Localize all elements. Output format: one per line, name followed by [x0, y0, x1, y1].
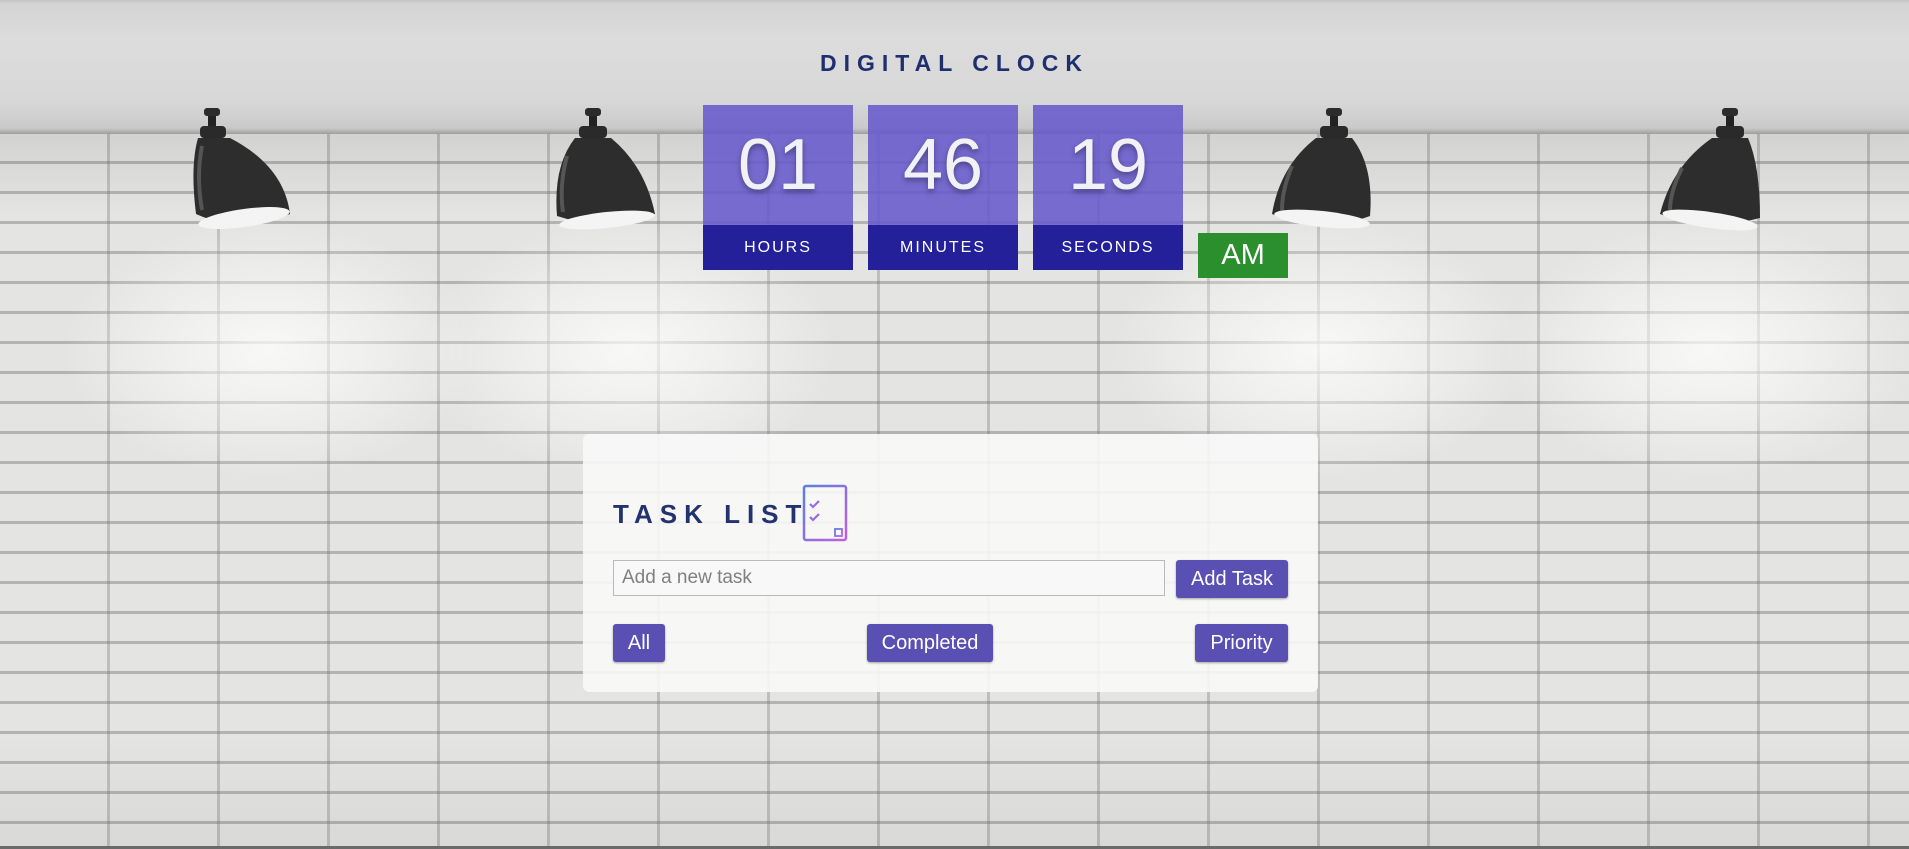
hours-label: HOURS	[703, 225, 853, 270]
seconds-label: SECONDS	[1033, 225, 1183, 270]
pendant-lamp-icon	[1660, 108, 1760, 231]
page: DIGITAL CLOCK 01 HOURS 46 MINUTES 19 SEC…	[0, 0, 1909, 849]
minutes-label: MINUTES	[868, 225, 1018, 270]
clock-title: DIGITAL CLOCK	[819, 50, 1090, 76]
seconds-value: 19	[1033, 105, 1183, 225]
seconds-box: 19 SECONDS	[1033, 105, 1183, 270]
checklist-icon	[802, 484, 848, 542]
add-task-button[interactable]: Add Task	[1176, 560, 1288, 598]
hours-value: 01	[703, 105, 853, 225]
pendant-lamp-icon	[1272, 108, 1371, 229]
minutes-value: 46	[868, 105, 1018, 225]
filter-priority-button[interactable]: Priority	[1195, 624, 1288, 662]
am-pm-badge: AM	[1198, 233, 1288, 278]
new-task-input[interactable]	[613, 560, 1165, 596]
minutes-box: 46 MINUTES	[868, 105, 1018, 270]
pendant-lamp-icon	[193, 108, 290, 229]
hours-box: 01 HOURS	[703, 105, 853, 270]
task-list-panel: TASK LIST Add Task All Completed Priorit…	[583, 434, 1318, 692]
pendant-lamp-icon	[556, 108, 655, 230]
task-list-title: TASK LIST	[613, 499, 809, 529]
filter-completed-button[interactable]: Completed	[867, 624, 993, 662]
filter-all-button[interactable]: All	[613, 624, 665, 662]
